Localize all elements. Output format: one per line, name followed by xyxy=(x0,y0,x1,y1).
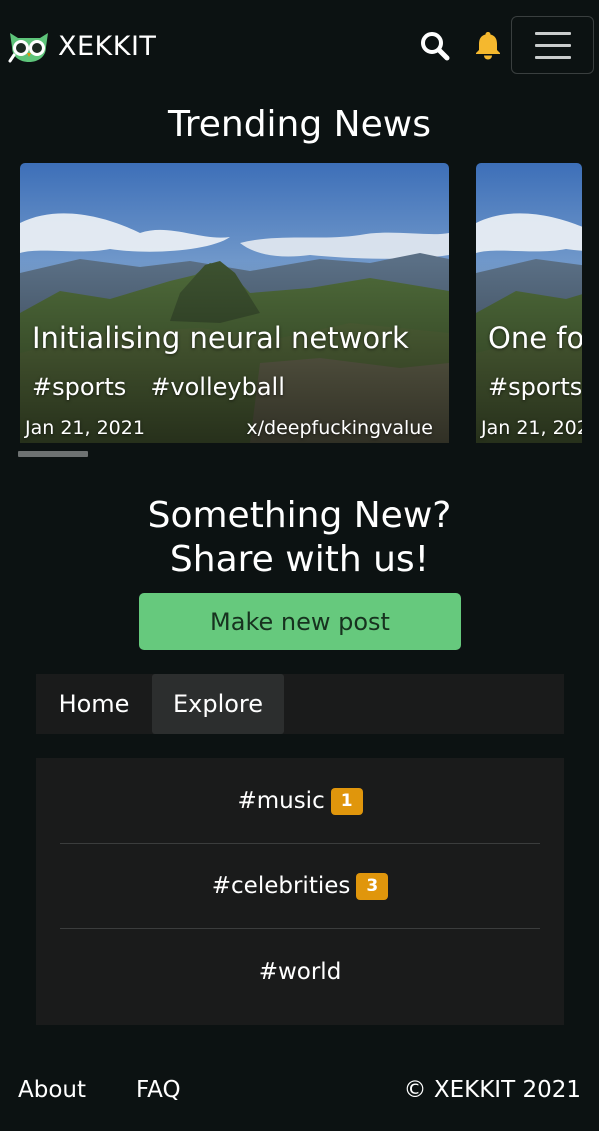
count-badge: 3 xyxy=(356,872,389,900)
card-tags: #sports #volleyball xyxy=(32,373,285,401)
notifications-button[interactable] xyxy=(474,30,502,60)
brand-name: XEKKIT xyxy=(58,30,157,62)
search-button[interactable] xyxy=(419,30,451,62)
trending-title: Trending News xyxy=(168,104,431,145)
card-image xyxy=(20,163,449,443)
share-heading-line2: Share with us! xyxy=(169,539,430,580)
hamburger-menu-icon xyxy=(534,55,571,59)
tab-home[interactable]: Home xyxy=(36,674,152,734)
navbar: XEKKIT xyxy=(0,0,599,92)
tab-explore[interactable]: Explore xyxy=(152,674,284,734)
tag-list: #music 1 #celebrities 3 #world xyxy=(36,758,564,1025)
list-item[interactable]: #celebrities 3 xyxy=(60,844,540,929)
trending-card[interactable]: One fo #sports Jan 21, 202 xyxy=(476,163,582,443)
owl-logo-icon xyxy=(8,33,48,63)
search-icon xyxy=(421,32,450,61)
footer-about-link[interactable]: About xyxy=(18,1077,86,1103)
card-image xyxy=(476,163,582,443)
carousel-scrollbar[interactable] xyxy=(18,451,88,457)
card-author[interactable]: x/deepfuckingvalue xyxy=(246,417,433,439)
trending-carousel[interactable]: Initialising neural network #sports #vol… xyxy=(0,163,599,463)
hamburger-menu-icon xyxy=(534,31,571,35)
list-item[interactable]: #world xyxy=(60,929,540,1014)
footer-faq-link[interactable]: FAQ xyxy=(136,1077,181,1103)
card-tag[interactable]: #volleyball xyxy=(150,373,285,401)
share-heading-line1: Something New? xyxy=(147,495,452,536)
card-title[interactable]: Initialising neural network xyxy=(32,321,409,355)
footer-copyright: © XEKKIT 2021 xyxy=(403,1077,581,1103)
tag-label: #world xyxy=(258,958,342,985)
card-date: Jan 21, 202 xyxy=(481,417,582,439)
feed-tabs: Home Explore xyxy=(36,674,564,734)
card-tag[interactable]: #sports xyxy=(32,373,126,401)
bell-icon xyxy=(476,32,500,60)
brand[interactable]: XEKKIT xyxy=(8,27,156,65)
card-title[interactable]: One fo xyxy=(488,321,582,355)
make-new-post-button[interactable]: Make new post xyxy=(139,593,461,650)
hamburger-menu-icon xyxy=(534,43,571,47)
count-badge: 1 xyxy=(330,787,363,815)
list-item[interactable]: #music 1 xyxy=(60,759,540,844)
card-tag[interactable]: #sports xyxy=(488,373,582,401)
tag-label: #celebrities xyxy=(211,873,351,899)
card-tags: #sports xyxy=(488,373,582,401)
footer: About FAQ © XEKKIT 2021 xyxy=(0,1075,599,1115)
tag-label: #music xyxy=(237,788,325,814)
menu-toggle-button[interactable] xyxy=(511,16,594,74)
trending-card[interactable]: Initialising neural network #sports #vol… xyxy=(20,163,449,443)
card-date: Jan 21, 2021 xyxy=(25,417,145,439)
share-heading: Something New? Share with us! xyxy=(0,494,599,582)
